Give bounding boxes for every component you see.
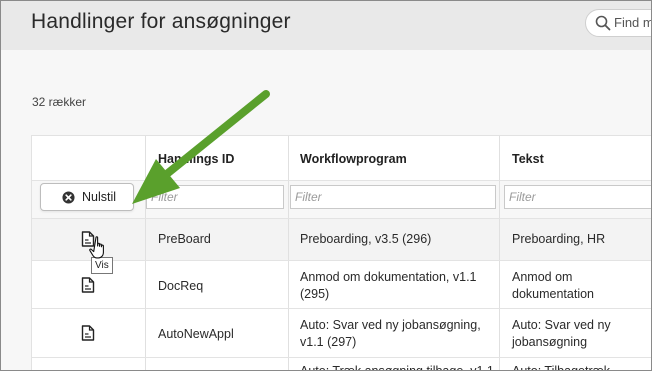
cell-workflow: Auto: Træk ansøgning tilbage, v1.1 bbox=[300, 364, 494, 371]
document-icon[interactable] bbox=[81, 277, 95, 293]
page-title: Handlinger for ansøgninger bbox=[31, 10, 291, 33]
column-header-workflow[interactable]: Workflowprogram bbox=[300, 152, 407, 166]
cell-action-id: PreBoard bbox=[158, 232, 211, 246]
reset-label: Nulstil bbox=[82, 190, 117, 204]
reset-filters-button[interactable]: Nulstil bbox=[40, 183, 134, 211]
cell-text: Auto: Tilbagetræk bbox=[512, 364, 610, 371]
cell-action-id: AutoNewAppl bbox=[158, 327, 234, 341]
cell-text: Auto: Svar ved ny jobansøgning bbox=[512, 318, 611, 349]
search-input[interactable]: Find m bbox=[614, 15, 651, 30]
reset-icon bbox=[62, 191, 75, 204]
row-count: 32 rækker bbox=[32, 95, 87, 109]
cell-workflow: Preboarding, v3.5 (296) bbox=[300, 232, 432, 246]
app-window: Handlinger for ansøgninger Find m 32 ræk… bbox=[0, 0, 652, 371]
table-row[interactable]: DocReq Anmod om dokumentation, v1.1 (295)… bbox=[32, 261, 651, 308]
cell-workflow: Anmod om dokumentation, v1.1 (295) bbox=[300, 270, 477, 301]
filter-input-action-id[interactable]: Filter bbox=[146, 185, 284, 209]
actions-table: Handlings ID Workflowprogram Tekst Nulst… bbox=[31, 135, 651, 371]
search-icon bbox=[595, 15, 611, 31]
table-row[interactable]: PreBoard Preboarding, v3.5 (296) Preboar… bbox=[32, 218, 651, 260]
cell-text: Anmod om dokumentation bbox=[512, 270, 595, 301]
column-header-text[interactable]: Tekst bbox=[512, 152, 544, 166]
hand-cursor-icon bbox=[89, 236, 104, 259]
page-header: Handlinger for ansøgninger Find m bbox=[1, 1, 651, 50]
filter-row: Nulstil Filter Filter Filter bbox=[32, 180, 651, 218]
filter-input-workflow[interactable]: Filter bbox=[290, 185, 496, 209]
table-row[interactable]: Auto: Træk ansøgning tilbage, v1.1 Auto:… bbox=[32, 358, 651, 371]
document-icon[interactable] bbox=[81, 325, 95, 341]
cell-action-id: DocReq bbox=[158, 279, 204, 293]
cell-text: Preboarding, HR bbox=[512, 232, 606, 246]
search-box[interactable]: Find m bbox=[585, 9, 651, 37]
column-header-action-id[interactable]: Handlings ID bbox=[158, 152, 234, 166]
filter-input-text[interactable]: Filter bbox=[504, 185, 651, 209]
table-row[interactable]: AutoNewAppl Auto: Svar ved ny jobansøgni… bbox=[32, 309, 651, 357]
cell-workflow: Auto: Svar ved ny jobansøgning, v1.1 (297… bbox=[300, 318, 481, 349]
